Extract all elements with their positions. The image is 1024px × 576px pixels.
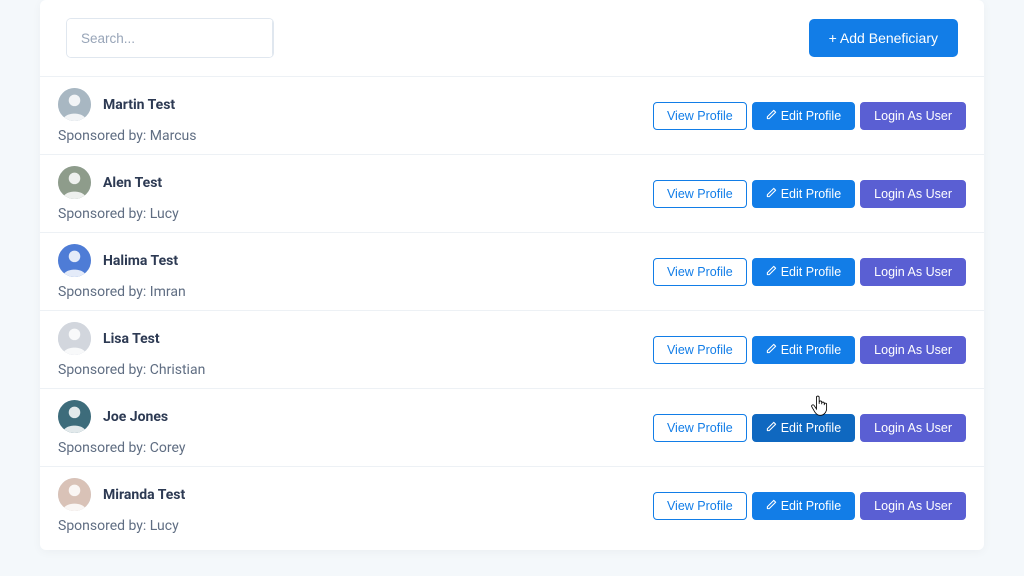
pencil-icon [766, 265, 777, 279]
list-item: Martin Test Sponsored by: Marcus View Pr… [40, 76, 984, 154]
pencil-icon [766, 187, 777, 201]
login-as-user-button[interactable]: Login As User [860, 414, 966, 442]
sponsored-by: Sponsored by: Imran [58, 284, 186, 300]
name-line: Martin Test [58, 88, 197, 121]
beneficiary-name: Miranda Test [103, 487, 185, 503]
edit-label: Edit Profile [781, 110, 841, 123]
pencil-icon [766, 421, 777, 435]
sponsored-by: Sponsored by: Corey [58, 440, 185, 456]
search-button[interactable] [272, 19, 274, 57]
row-actions: View Profile Edit Profile Login As User [653, 492, 966, 520]
edit-label: Edit Profile [781, 188, 841, 201]
login-as-user-button[interactable]: Login As User [860, 492, 966, 520]
edit-label: Edit Profile [781, 422, 841, 435]
list-item: Miranda Test Sponsored by: Lucy View Pro… [40, 466, 984, 544]
pencil-icon [766, 499, 777, 513]
login-as-user-button[interactable]: Login As User [860, 258, 966, 286]
sponsored-by: Sponsored by: Lucy [58, 206, 179, 222]
row-actions: View Profile Edit Profile Login As User [653, 102, 966, 130]
sponsored-by: Sponsored by: Christian [58, 362, 205, 378]
edit-label: Edit Profile [781, 266, 841, 279]
beneficiary-name: Joe Jones [103, 409, 168, 425]
pencil-icon [766, 343, 777, 357]
edit-profile-button[interactable]: Edit Profile [752, 180, 855, 208]
login-as-user-button[interactable]: Login As User [860, 180, 966, 208]
search-icon [273, 31, 274, 46]
name-line: Lisa Test [58, 322, 205, 355]
beneficiary-name: Martin Test [103, 97, 175, 113]
view-profile-button[interactable]: View Profile [653, 258, 747, 286]
login-as-user-button[interactable]: Login As User [860, 102, 966, 130]
add-beneficiary-button[interactable]: + Add Beneficiary [809, 19, 958, 57]
avatar [58, 322, 91, 355]
row-left: Alen Test Sponsored by: Lucy [58, 166, 179, 222]
view-profile-button[interactable]: View Profile [653, 492, 747, 520]
pencil-icon [766, 109, 777, 123]
edit-profile-button[interactable]: Edit Profile [752, 336, 855, 364]
avatar [58, 244, 91, 277]
edit-profile-button[interactable]: Edit Profile [752, 492, 855, 520]
list-item: Joe Jones Sponsored by: Corey View Profi… [40, 388, 984, 466]
edit-profile-button[interactable]: Edit Profile [752, 102, 855, 130]
row-left: Joe Jones Sponsored by: Corey [58, 400, 185, 456]
search-wrap [66, 18, 274, 58]
edit-label: Edit Profile [781, 344, 841, 357]
row-left: Lisa Test Sponsored by: Christian [58, 322, 205, 378]
view-profile-button[interactable]: View Profile [653, 102, 747, 130]
row-left: Martin Test Sponsored by: Marcus [58, 88, 197, 144]
avatar [58, 478, 91, 511]
name-line: Miranda Test [58, 478, 185, 511]
row-left: Halima Test Sponsored by: Imran [58, 244, 186, 300]
beneficiary-name: Alen Test [103, 175, 162, 191]
list-item: Lisa Test Sponsored by: Christian View P… [40, 310, 984, 388]
name-line: Halima Test [58, 244, 186, 277]
avatar [58, 88, 91, 121]
name-line: Alen Test [58, 166, 179, 199]
view-profile-button[interactable]: View Profile [653, 180, 747, 208]
list-item: Halima Test Sponsored by: Imran View Pro… [40, 232, 984, 310]
row-actions: View Profile Edit Profile Login As User [653, 336, 966, 364]
edit-profile-button[interactable]: Edit Profile [752, 414, 855, 442]
beneficiary-card: + Add Beneficiary Martin Test Sponsored … [40, 0, 984, 550]
avatar [58, 400, 91, 433]
login-as-user-button[interactable]: Login As User [860, 336, 966, 364]
edit-profile-button[interactable]: Edit Profile [752, 258, 855, 286]
beneficiary-name: Halima Test [103, 253, 178, 269]
view-profile-button[interactable]: View Profile [653, 336, 747, 364]
sponsored-by: Sponsored by: Marcus [58, 128, 197, 144]
view-profile-button[interactable]: View Profile [653, 414, 747, 442]
sponsored-by: Sponsored by: Lucy [58, 518, 185, 534]
avatar [58, 166, 91, 199]
edit-label: Edit Profile [781, 500, 841, 513]
row-actions: View Profile Edit Profile Login As User [653, 180, 966, 208]
list-item: Alen Test Sponsored by: Lucy View Profil… [40, 154, 984, 232]
row-left: Miranda Test Sponsored by: Lucy [58, 478, 185, 534]
toolbar: + Add Beneficiary [40, 0, 984, 76]
row-actions: View Profile Edit Profile Login As User [653, 258, 966, 286]
beneficiary-name: Lisa Test [103, 331, 160, 347]
name-line: Joe Jones [58, 400, 185, 433]
row-actions: View Profile Edit Profile Login As User [653, 414, 966, 442]
search-input[interactable] [67, 19, 272, 57]
